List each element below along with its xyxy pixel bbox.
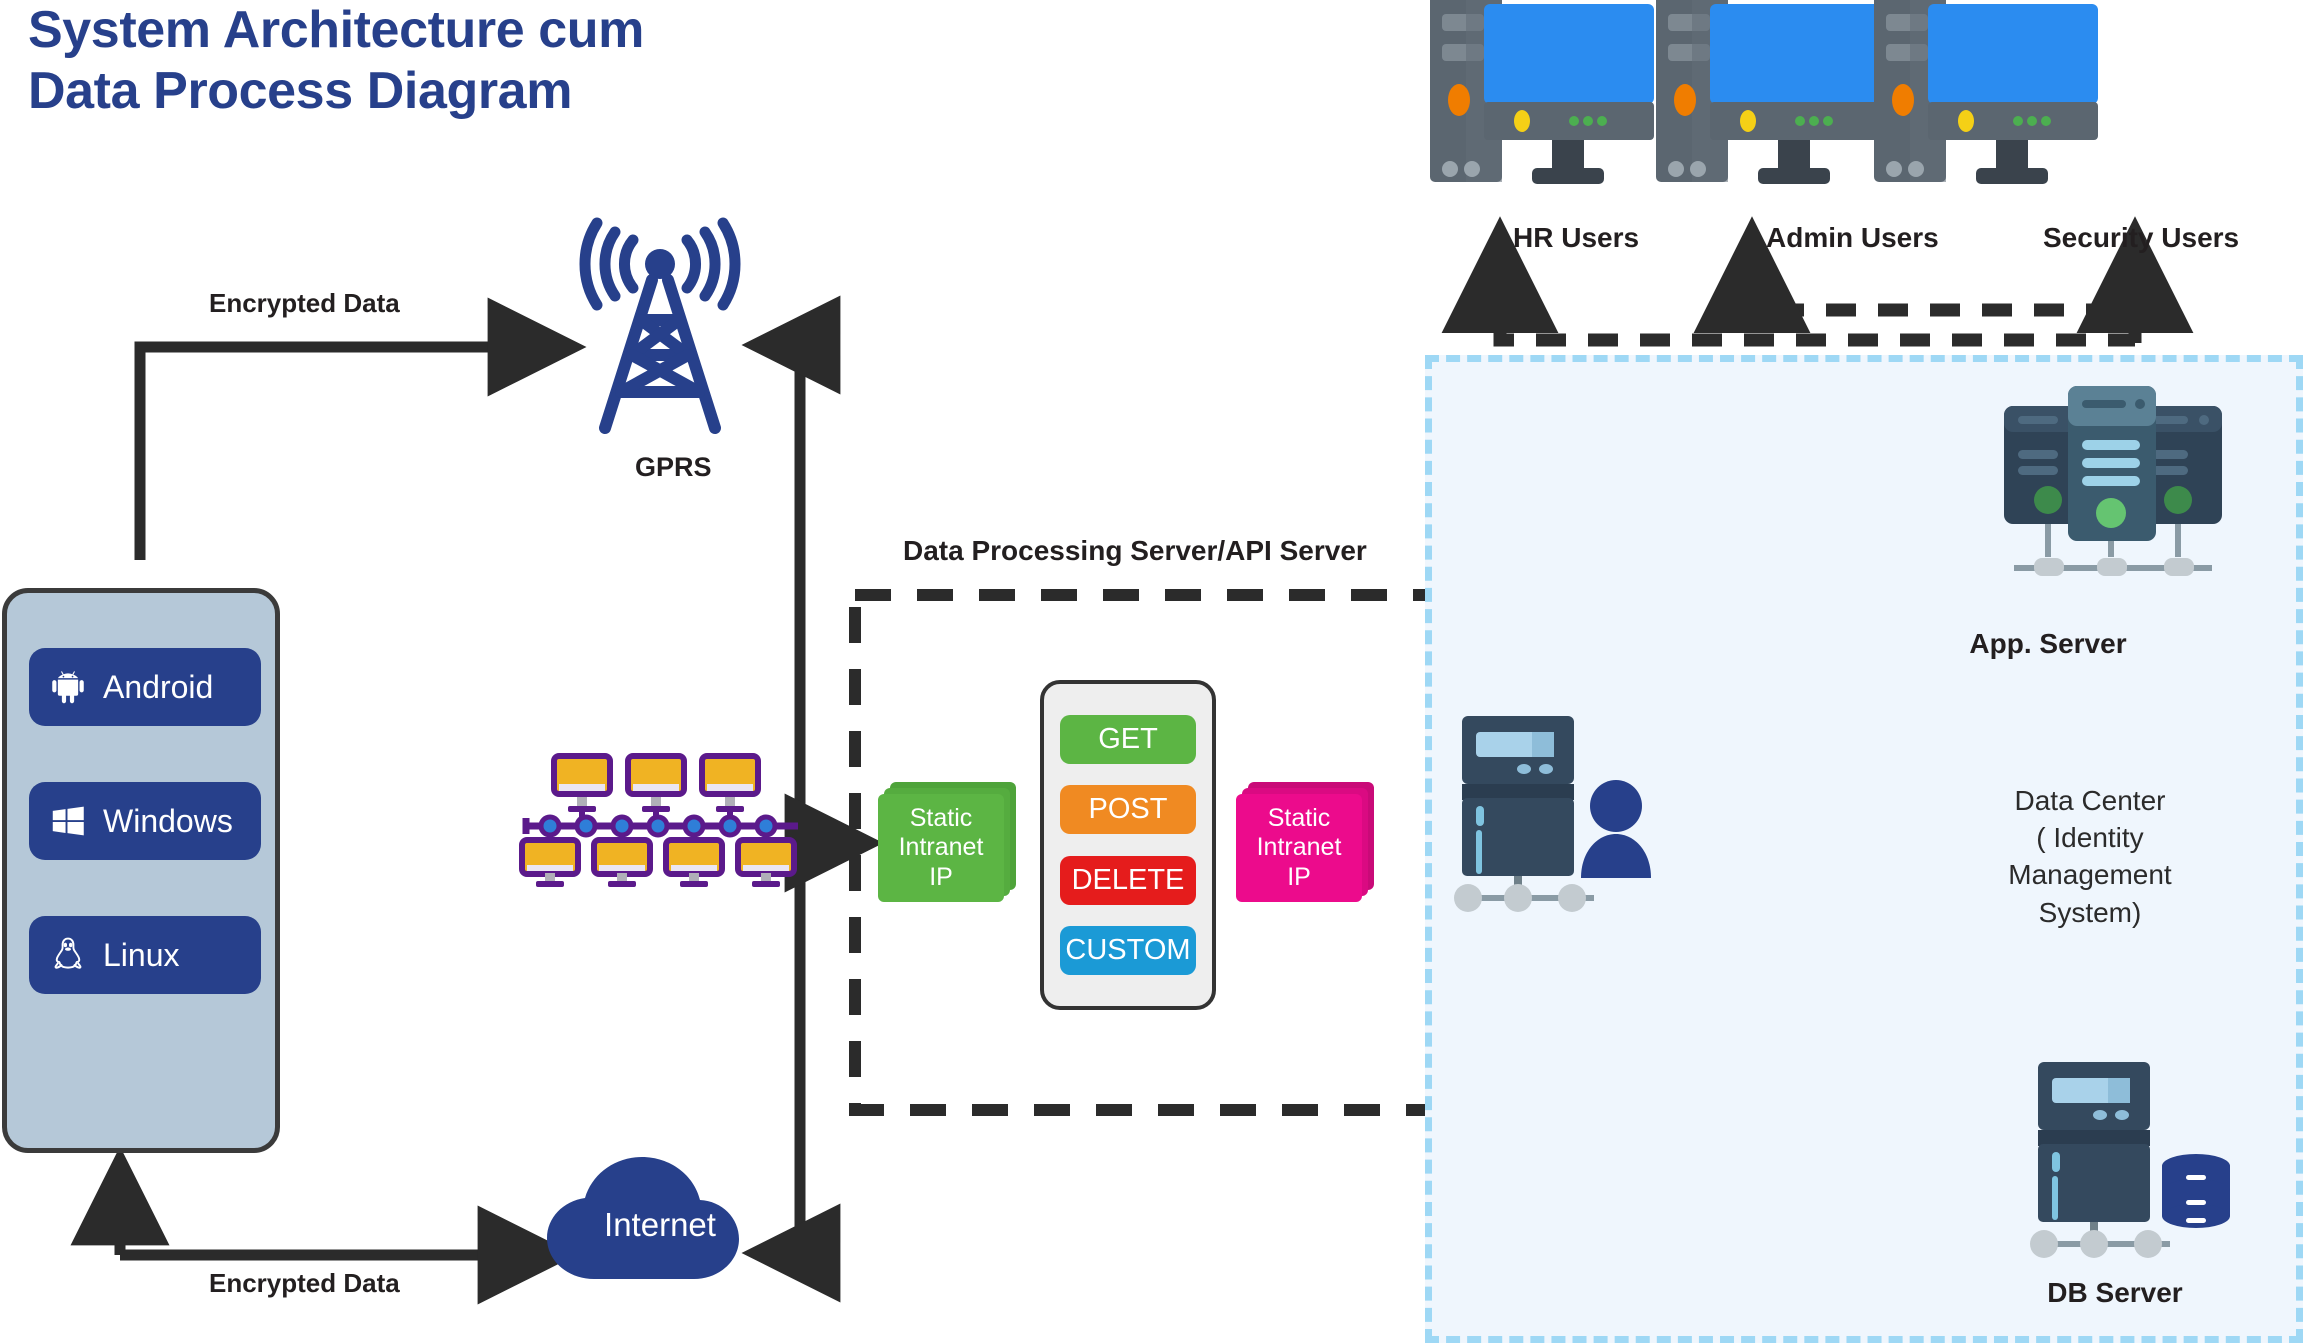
- radio-tower-icon: [579, 217, 741, 434]
- device-label-windows: Windows: [103, 802, 233, 839]
- app-server-label: App. Server: [1969, 628, 2127, 659]
- db-server-icon: [2030, 1062, 2230, 1258]
- api-methods-panel: GET POST DELETE CUSTOM: [1040, 680, 1216, 1010]
- data-center-label-line4: System): [2038, 896, 2142, 928]
- user-label-hr: HR Users: [1513, 222, 1640, 253]
- desktop-computer-icon-security: [1874, 0, 2098, 184]
- device-item-windows[interactable]: Windows: [29, 782, 261, 860]
- arrow-devices-to-gprs: [134, 297, 587, 560]
- device-label-android: Android: [103, 668, 214, 705]
- device-item-android[interactable]: Android: [29, 648, 261, 726]
- android-icon: [52, 671, 84, 704]
- windows-icon: [52, 806, 84, 836]
- encrypted-data-label-top: Encrypted Data: [209, 288, 400, 318]
- data-center-label-line1: Data Center: [2014, 785, 2166, 816]
- device-label-linux: Linux: [103, 936, 180, 973]
- data-center-label-line3: Management: [2008, 859, 2172, 891]
- linux-penguin-icon: [54, 937, 82, 969]
- api-server-title: Data Processing Server/API Server: [903, 535, 1367, 566]
- static-ip-in-line3: IP: [929, 862, 953, 891]
- static-ip-out-line2: Intranet: [1256, 833, 1342, 862]
- device-item-linux[interactable]: Linux: [29, 916, 261, 994]
- desktop-computer-icon-admin: [1656, 0, 1880, 184]
- desktop-computer-icon-hr: [1430, 0, 1654, 184]
- api-method-custom[interactable]: CUSTOM: [1060, 925, 1196, 975]
- client-device-panel: Android Windows Linux: [2, 588, 280, 1153]
- db-server-label: DB Server: [2047, 1277, 2183, 1308]
- internet-label: Internet: [604, 1206, 716, 1243]
- intranet-workstations-icon: [519, 753, 798, 887]
- api-method-delete[interactable]: DELETE: [1060, 855, 1196, 905]
- api-method-post[interactable]: POST: [1060, 785, 1196, 835]
- static-ip-out-line3: IP: [1287, 862, 1311, 891]
- static-ip-out-card[interactable]: Static Intranet IP: [1236, 794, 1362, 902]
- data-center-label-line2: ( Identity: [2036, 822, 2144, 854]
- encrypted-data-label-bottom: Encrypted Data: [209, 1268, 400, 1298]
- api-method-get[interactable]: GET: [1060, 715, 1196, 765]
- server-with-user-icon: [1454, 716, 1651, 912]
- gprs-label: GPRS: [635, 452, 712, 482]
- static-ip-in-line1: Static: [909, 803, 973, 832]
- app-server-icon: [2004, 386, 2222, 576]
- static-ip-in-card[interactable]: Static Intranet IP: [878, 794, 1004, 902]
- data-center-label: Data Center ( Identity Management System…: [1955, 782, 2225, 931]
- diagram-canvas: System Architecture cum Data Process Dia…: [0, 0, 2304, 1343]
- static-ip-out-line1: Static: [1267, 803, 1331, 832]
- static-ip-in-line2: Intranet: [898, 833, 984, 862]
- user-label-security: Security Users: [2043, 222, 2240, 253]
- user-label-admin: Admin Users: [1766, 222, 1939, 253]
